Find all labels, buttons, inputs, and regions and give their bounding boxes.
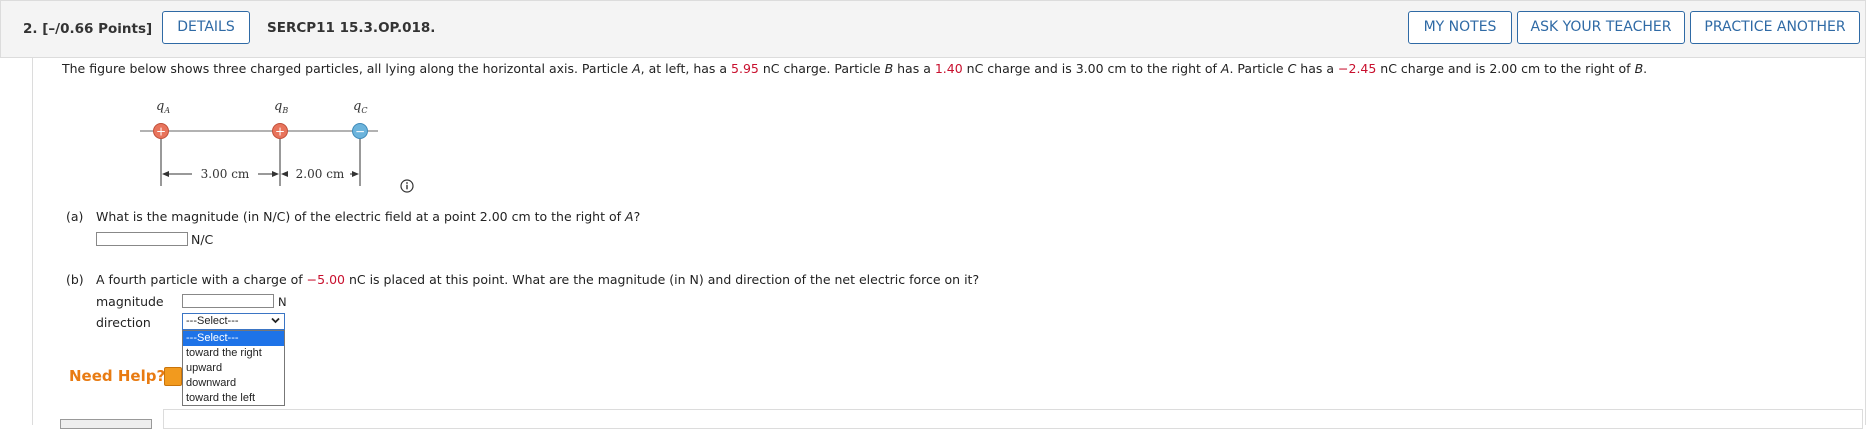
info-icon[interactable] [400, 179, 414, 193]
question-number: 2. [–/0.66 Points] [23, 21, 153, 37]
my-notes-button[interactable]: MY NOTES [1408, 11, 1512, 44]
dimension-2cm: 2.00 cm [296, 167, 345, 181]
option-downward[interactable]: downward [183, 376, 284, 391]
points-label: [–/0.66 Points] [42, 21, 153, 37]
minus-sign-c: − [355, 125, 365, 139]
electric-field-input[interactable] [96, 232, 188, 246]
label-qa: qA [156, 99, 170, 115]
force-magnitude-input[interactable] [182, 294, 274, 308]
part-b-question: (b) A fourth particle with a charge of −5… [66, 272, 980, 287]
help-button[interactable] [164, 367, 182, 386]
chevron-down-icon [271, 317, 280, 324]
direction-select[interactable]: ---Select--- [182, 313, 285, 330]
plus-sign-b: + [275, 125, 285, 139]
charge-c-value: −2.45 [1338, 61, 1377, 76]
option-toward-left[interactable]: toward the left [183, 391, 284, 406]
magnitude-label: magnitude [96, 294, 164, 309]
option-toward-right[interactable]: toward the right [183, 346, 284, 361]
label-qb: qB [274, 99, 288, 115]
charge-b-value: 1.40 [934, 61, 963, 76]
charge-a-value: 5.95 [731, 61, 759, 76]
submit-button[interactable] [60, 419, 152, 429]
direction-dropdown-list: ---Select--- toward the right upward dow… [182, 330, 285, 406]
plus-sign-a: + [156, 125, 166, 139]
need-help-label: Need Help? [69, 367, 166, 385]
option-select[interactable]: ---Select--- [183, 331, 284, 346]
option-upward[interactable]: upward [183, 361, 284, 376]
label-qc: qC [353, 99, 367, 115]
practice-another-button[interactable]: PRACTICE ANOTHER [1690, 11, 1860, 44]
direction-label: direction [96, 315, 151, 330]
dimension-3cm: 3.00 cm [201, 167, 250, 181]
details-button[interactable]: DETAILS [162, 11, 250, 44]
bottom-panel [163, 409, 1863, 429]
question-intro: The figure below shows three charged par… [62, 61, 1648, 76]
question-id: SERCP11 15.3.OP.018. [267, 20, 436, 36]
part-a-question: (a) What is the magnitude (in N/C) of the… [66, 209, 641, 224]
charges-figure: qA qB qC + + − 3.00 cm 2.00 cm [140, 99, 378, 186]
fourth-charge-value: −5.00 [306, 272, 345, 287]
unit-n: N [278, 295, 287, 309]
unit-n-per-c: N/C [191, 232, 214, 247]
ask-teacher-button[interactable]: ASK YOUR TEACHER [1517, 11, 1685, 44]
